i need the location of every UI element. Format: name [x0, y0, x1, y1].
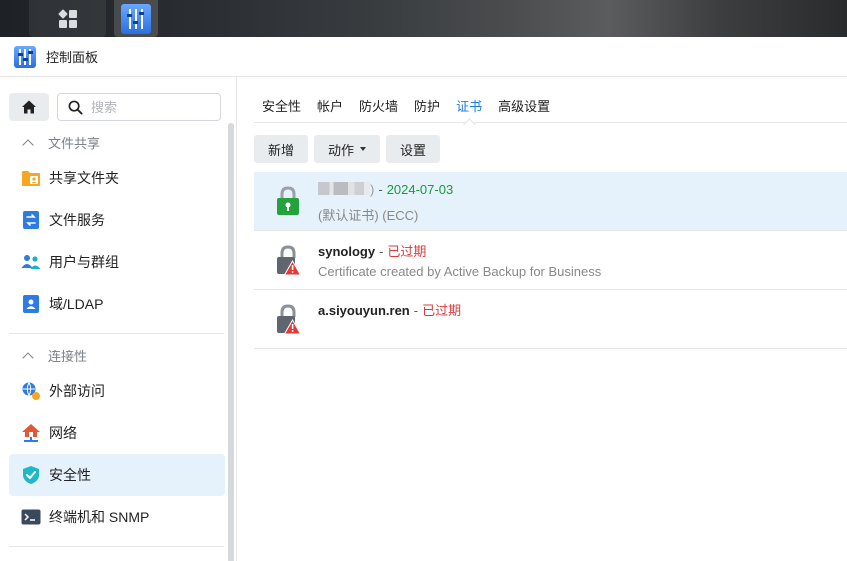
lock-expired-icon — [277, 304, 302, 335]
sidebar-divider — [9, 546, 224, 547]
sidebar-item-external-access[interactable]: 外部访问 — [9, 370, 225, 412]
search-input[interactable] — [91, 99, 201, 115]
expiry-date: 2024-07-03 — [386, 182, 454, 197]
network-house-icon — [21, 423, 41, 443]
users-icon — [21, 252, 41, 272]
certificate-title: a.siyouyun.ren - 已过期 — [318, 303, 462, 318]
sidebar: 文件共享 共享文件夹 文件服务 用户与群组 域/LDAP 连接性 外部访问 — [0, 77, 237, 561]
tab-firewall[interactable]: 防火墙 — [351, 86, 406, 123]
window-title: 控制面板 — [46, 50, 99, 65]
control-panel-icon — [14, 45, 36, 68]
tab-account[interactable]: 帐户 — [309, 86, 351, 123]
desktop-taskbar — [0, 0, 847, 37]
certificate-row[interactable]: synology - 已过期 Certificate created by Acti… — [254, 231, 847, 290]
folder-user-icon — [21, 168, 41, 188]
id-card-icon — [21, 294, 41, 314]
lock-valid-icon — [277, 186, 299, 215]
status-text: 已过期 — [422, 303, 462, 318]
action-dropdown-button[interactable]: 动作 — [314, 135, 381, 163]
certificate-list: ) -2024-07-03 (默认证书) (ECC) synology - 已过期 C… — [254, 172, 847, 349]
sidebar-item-security[interactable]: 安全性 — [9, 454, 225, 496]
toolbar: 新增 动作 设置 — [254, 135, 441, 163]
globe-link-icon — [21, 381, 41, 401]
tab-protection[interactable]: 防护 — [406, 86, 448, 123]
group-header-connectivity[interactable]: 连接性 — [22, 346, 87, 365]
sidebar-item-users-groups[interactable]: 用户与群组 — [9, 241, 225, 283]
tab-security[interactable]: 安全性 — [254, 86, 309, 123]
file-transfer-icon — [21, 210, 41, 230]
sidebar-scrollbar[interactable] — [228, 123, 234, 561]
terminal-icon — [21, 507, 41, 527]
certificate-row[interactable]: ) -2024-07-03 (默认证书) (ECC) — [254, 172, 847, 231]
sidebar-item-domain-ldap[interactable]: 域/LDAP — [9, 283, 225, 325]
status-text: 已过期 — [387, 244, 427, 259]
sidebar-item-terminal-snmp[interactable]: 终端机和 SNMP — [9, 496, 225, 538]
group-header-file-sharing[interactable]: 文件共享 — [22, 133, 100, 152]
certificate-detail: (默认证书) (ECC) — [318, 208, 419, 223]
main-menu-button[interactable] — [29, 0, 106, 37]
sidebar-item-file-services[interactable]: 文件服务 — [9, 199, 225, 241]
chevron-up-icon — [22, 138, 34, 151]
chevron-up-icon — [22, 351, 34, 364]
home-icon — [22, 100, 36, 114]
certificate-detail: Certificate created by Active Backup for… — [318, 264, 602, 279]
sidebar-divider — [9, 333, 224, 334]
sidebar-item-network[interactable]: 网络 — [9, 412, 225, 454]
settings-button[interactable]: 设置 — [386, 135, 441, 163]
sidebar-item-shared-folder[interactable]: 共享文件夹 — [9, 157, 225, 199]
obscured-name — [318, 182, 370, 195]
lock-expired-icon — [277, 245, 302, 276]
certificate-title: ) -2024-07-03 — [318, 182, 453, 197]
taskbar-control-panel-button[interactable] — [114, 0, 158, 37]
window-header: 控制面板 — [0, 37, 847, 77]
certificate-title: synology - 已过期 — [318, 244, 427, 259]
add-button[interactable]: 新增 — [254, 135, 309, 163]
tab-advanced[interactable]: 高级设置 — [490, 86, 558, 123]
tab-bar: 安全性 帐户 防火墙 防护 证书 高级设置 — [254, 86, 847, 123]
caret-down-icon — [360, 147, 367, 151]
home-button[interactable] — [9, 93, 49, 121]
apps-grid-icon — [57, 8, 77, 28]
shield-check-icon — [21, 465, 41, 485]
control-panel-icon — [121, 3, 151, 34]
certificate-row[interactable]: a.siyouyun.ren - 已过期 — [254, 290, 847, 349]
tab-certificate[interactable]: 证书 — [448, 86, 490, 123]
search-icon — [68, 100, 83, 115]
search-field[interactable] — [57, 93, 221, 121]
